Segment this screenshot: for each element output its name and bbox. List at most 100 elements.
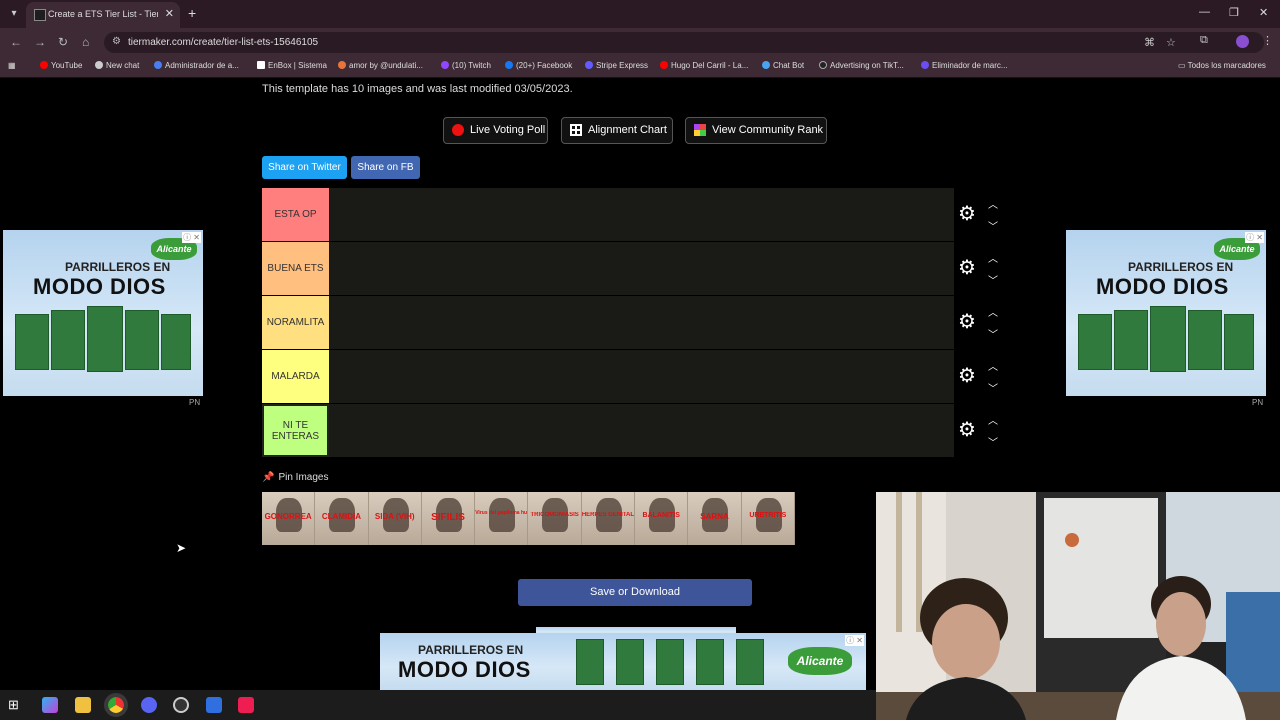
- image-caption: URETRITIS: [749, 512, 787, 519]
- product-pack-image: [87, 306, 123, 372]
- extensions-icon[interactable]: ⧉: [1200, 34, 1208, 47]
- back-icon[interactable]: ←: [10, 35, 22, 49]
- bookmark-chat-bot[interactable]: Chat Bot: [762, 61, 804, 70]
- bookmark-amor[interactable]: amor by @undulati...: [338, 61, 423, 70]
- image-card[interactable]: GONORREA: [262, 492, 316, 545]
- url-text[interactable]: tiermaker.com/create/tier-list-ets-15646…: [128, 37, 318, 48]
- tier-row[interactable]: ESTA OP ⚙ ︿ ﹀: [262, 188, 1008, 242]
- ad-tag: PN: [189, 398, 201, 407]
- bookmark-eliminador[interactable]: Eliminador de marc...: [921, 61, 1008, 70]
- tiktok-icon[interactable]: [238, 697, 254, 713]
- app-icon[interactable]: [206, 697, 222, 713]
- record-dot-icon: [452, 124, 464, 136]
- bookmark-administrador[interactable]: Administrador de a...: [154, 61, 239, 70]
- tab-search-icon[interactable]: ▾: [6, 6, 22, 22]
- share-twitter-button[interactable]: Share on Twitter: [262, 156, 347, 179]
- image-card[interactable]: URETRITIS: [741, 492, 795, 545]
- right-ad-banner[interactable]: Alicante ⓘ ✕ PARRILLEROS EN MODO DIOS: [1066, 230, 1266, 396]
- chevron-up-icon[interactable]: ︿: [988, 196, 998, 211]
- obs-icon[interactable]: [173, 697, 189, 713]
- bookmark-stripe[interactable]: Stripe Express: [585, 61, 648, 70]
- tier-label[interactable]: BUENA ETS: [262, 242, 329, 295]
- discord-icon[interactable]: [141, 697, 157, 713]
- apps-grid-icon[interactable]: ▦: [8, 61, 16, 70]
- forward-icon[interactable]: →: [34, 35, 46, 49]
- gear-icon[interactable]: ⚙: [958, 258, 978, 278]
- image-card[interactable]: Virus del papiloma humano: [475, 492, 529, 545]
- gear-icon[interactable]: ⚙: [958, 366, 978, 386]
- chevron-up-icon[interactable]: ︿: [988, 304, 998, 319]
- image-caption: HERPES GENITAL: [581, 512, 635, 518]
- ad-close-icon[interactable]: ⓘ ✕: [182, 232, 201, 243]
- active-tab[interactable]: Create a ETS Tier List - TierMaker ✕: [26, 2, 180, 28]
- image-card[interactable]: SARNA: [688, 492, 742, 545]
- chevron-up-icon[interactable]: ︿: [988, 412, 998, 427]
- gear-icon[interactable]: ⚙: [958, 420, 978, 440]
- pin-images-toggle[interactable]: 📌 Pin Images: [262, 472, 328, 483]
- restore-icon[interactable]: ❐: [1229, 6, 1239, 19]
- tier-row[interactable]: NORAMLITA ⚙ ︿ ﹀: [262, 296, 1008, 350]
- live-voting-button[interactable]: Live Voting Poll: [443, 117, 548, 144]
- tier-row[interactable]: BUENA ETS ⚙ ︿ ﹀: [262, 242, 1008, 296]
- chevron-down-icon[interactable]: ﹀: [988, 326, 998, 341]
- minimize-icon[interactable]: —: [1199, 6, 1210, 18]
- gear-icon[interactable]: ⚙: [958, 312, 978, 332]
- gear-icon[interactable]: ⚙: [958, 204, 978, 224]
- tier-label[interactable]: NI TE ENTERAS: [262, 404, 329, 457]
- chevron-down-icon[interactable]: ﹀: [988, 272, 998, 287]
- webcam-overlay: [876, 492, 1280, 720]
- bookmark-new-chat[interactable]: New chat: [95, 61, 139, 70]
- file-explorer-icon[interactable]: [75, 697, 91, 713]
- product-pack-image: [616, 639, 644, 685]
- alignment-chart-button[interactable]: Alignment Chart: [561, 117, 673, 144]
- all-bookmarks[interactable]: ▭ Todos los marcadores: [1178, 61, 1266, 70]
- image-card[interactable]: BALANITIS: [635, 492, 689, 545]
- reload-icon[interactable]: ↻: [58, 35, 68, 49]
- image-card[interactable]: TRICOMONIASIS: [528, 492, 582, 545]
- close-window-icon[interactable]: ✕: [1259, 6, 1268, 19]
- new-tab-icon[interactable]: +: [188, 5, 196, 21]
- chevron-up-icon[interactable]: ︿: [988, 250, 998, 265]
- image-card[interactable]: CLAMIDIA: [315, 492, 369, 545]
- bookmark-tiktok[interactable]: Advertising on TikT...: [819, 61, 904, 70]
- tab-title: Create a ETS Tier List - TierMaker: [48, 9, 158, 19]
- tiermaker-favicon-icon: [34, 9, 46, 21]
- menu-dots-icon[interactable]: ⋮: [1262, 34, 1273, 47]
- chrome-icon[interactable]: [104, 693, 128, 717]
- left-ad-banner[interactable]: Alicante ⓘ ✕ PARRILLEROS EN MODO DIOS: [3, 230, 203, 396]
- home-icon[interactable]: ⌂: [82, 35, 89, 49]
- close-tab-icon[interactable]: ✕: [165, 7, 174, 20]
- tier-row[interactable]: NI TE ENTERAS ⚙ ︿ ﹀: [262, 404, 1008, 458]
- ad-close-icon[interactable]: ⓘ ✕: [1245, 232, 1264, 243]
- profile-avatar[interactable]: [1236, 35, 1249, 48]
- tier-row[interactable]: MALARDA ⚙ ︿ ﹀: [262, 350, 1008, 404]
- image-card[interactable]: SIDA (VIH): [368, 492, 422, 545]
- site-info-icon[interactable]: ⚙: [112, 36, 121, 47]
- save-download-button[interactable]: Save or Download: [518, 579, 752, 606]
- windows-start-icon[interactable]: ⊞: [8, 697, 24, 713]
- bottom-ad-banner[interactable]: ⓘ ✕ PARRILLEROS EN MODO DIOS Alicante: [380, 633, 866, 690]
- tier-label[interactable]: ESTA OP: [262, 188, 329, 241]
- community-rank-button[interactable]: View Community Rank: [685, 117, 827, 144]
- bookmark-twitch[interactable]: (10) Twitch: [441, 61, 491, 70]
- address-bar[interactable]: ⚙ tiermaker.com/create/tier-list-ets-156…: [104, 32, 1264, 53]
- image-card[interactable]: SIFILIS: [421, 492, 476, 545]
- tier-label[interactable]: NORAMLITA: [262, 296, 329, 349]
- translate-icon[interactable]: ⌘: [1144, 36, 1155, 49]
- bookmark-youtube[interactable]: YouTube: [40, 61, 82, 70]
- bookmark-star-icon[interactable]: ☆: [1166, 36, 1176, 49]
- product-pack-image: [125, 310, 159, 370]
- image-card[interactable]: HERPES GENITAL: [581, 492, 636, 545]
- bookmark-enbox[interactable]: EnBox | Sistema: [257, 61, 327, 70]
- copilot-icon[interactable]: [42, 697, 58, 713]
- tier-label[interactable]: MALARDA: [262, 350, 329, 403]
- bookmark-hugo[interactable]: Hugo Del Carril - La...: [660, 61, 748, 70]
- share-fb-button[interactable]: Share on FB: [351, 156, 420, 179]
- image-caption: CLAMIDIA: [321, 512, 361, 521]
- chevron-down-icon[interactable]: ﹀: [988, 434, 998, 449]
- chevron-up-icon[interactable]: ︿: [988, 358, 998, 373]
- chevron-down-icon[interactable]: ﹀: [988, 380, 998, 395]
- bookmark-facebook[interactable]: (20+) Facebook: [505, 61, 572, 70]
- chevron-down-icon[interactable]: ﹀: [988, 218, 998, 233]
- ad-close-icon[interactable]: ⓘ ✕: [845, 635, 864, 646]
